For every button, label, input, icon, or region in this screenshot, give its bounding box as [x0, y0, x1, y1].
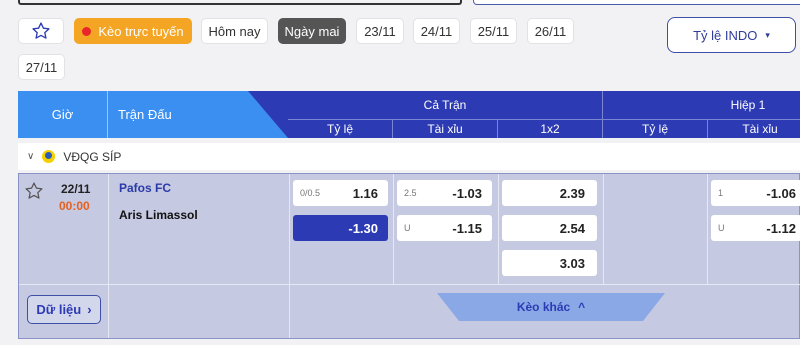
match-row: 22/11 00:00 Pafos FC Aris Limassol 0/0.5… [18, 173, 800, 339]
top-panel-right [473, 0, 800, 5]
header-over-under: Tài xỉu [392, 120, 497, 138]
live-odds-label: Kèo trực tuyến [98, 23, 184, 39]
odds-type-dropdown[interactable]: Tỷ lệ INDO ▾ [667, 17, 796, 53]
day-tab-26-11[interactable]: 26/11 [527, 18, 574, 44]
star-icon [32, 22, 50, 39]
match-date: 22/11 [61, 182, 91, 196]
odds-cell-ft-over[interactable]: 2.5 -1.03 [397, 180, 492, 206]
header-h1-handicap: Tỷ lệ [602, 120, 707, 138]
header-full-match: Cả Trận [423, 98, 467, 112]
chevron-down-icon[interactable]: ∨ [27, 151, 34, 162]
live-odds-button[interactable]: Kèo trực tuyến [74, 18, 192, 44]
chevron-up-icon: ^ [578, 300, 586, 314]
day-tab-25-11[interactable]: 25/11 [470, 18, 517, 44]
day-tab-today[interactable]: Hôm nay [201, 18, 268, 44]
more-odds-button[interactable]: Kèo khác ^ [437, 293, 665, 321]
favorite-star-icon[interactable] [24, 181, 44, 201]
chevron-right-icon: › [87, 302, 92, 317]
match-data-label: Dữ liệu [36, 302, 82, 317]
league-flag-icon [42, 150, 56, 163]
header-handicap: Tỷ lệ [326, 122, 353, 136]
odds-cell-ft-handicap-home[interactable]: 0/0.5 1.16 [293, 180, 388, 206]
day-tab-27-11[interactable]: 27/11 [18, 54, 65, 80]
odds-cell-h1-over[interactable]: 1 -1.06 [711, 180, 800, 206]
header-1x2: 1x2 [497, 120, 602, 138]
league-name: VĐQG SÍP [63, 149, 122, 164]
top-panel-left [18, 0, 462, 5]
live-dot-icon [82, 26, 92, 36]
header-time: Giờ [51, 107, 74, 122]
odds-cell-ft-handicap-away[interactable]: -1.30 [293, 215, 388, 241]
odds-cell-1x2-draw[interactable]: 3.03 [502, 250, 597, 276]
day-tab-tomorrow[interactable]: Ngày mai [278, 18, 346, 44]
table-header-left: Giờ Trận Đấu [18, 91, 288, 138]
odds-cell-h1-under[interactable]: U -1.12 [711, 215, 800, 241]
caret-down-icon: ▾ [765, 29, 770, 40]
odds-cell-1x2-home[interactable]: 2.39 [502, 180, 597, 206]
away-team[interactable]: Aris Limassol [119, 208, 198, 222]
more-odds-label: Kèo khác [516, 300, 571, 314]
header-first-half: Hiệp 1 [730, 98, 766, 112]
odds-cell-1x2-away[interactable]: 2.54 [502, 215, 597, 241]
day-tab-24-11[interactable]: 24/11 [413, 18, 460, 44]
table-header-markets: Cả Trận Hiệp 1 Tỷ lệ Tài xỉu 1x2 Tỷ lệ T… [288, 91, 800, 138]
match-data-button[interactable]: Dữ liệu › [27, 295, 101, 324]
header-match: Trận Đấu [118, 107, 172, 122]
odds-type-label: Tỷ lệ INDO [693, 27, 758, 43]
match-time: 00:00 [59, 199, 90, 213]
odds-cell-ft-under[interactable]: U -1.15 [397, 215, 492, 241]
day-tab-23-11[interactable]: 23/11 [356, 18, 404, 44]
home-team[interactable]: Pafos FC [119, 181, 171, 195]
header-h1-over-under: Tài xỉu [707, 120, 800, 138]
favorite-filter-button[interactable] [18, 18, 64, 44]
league-row[interactable]: ∨ VĐQG SÍP [18, 143, 800, 170]
